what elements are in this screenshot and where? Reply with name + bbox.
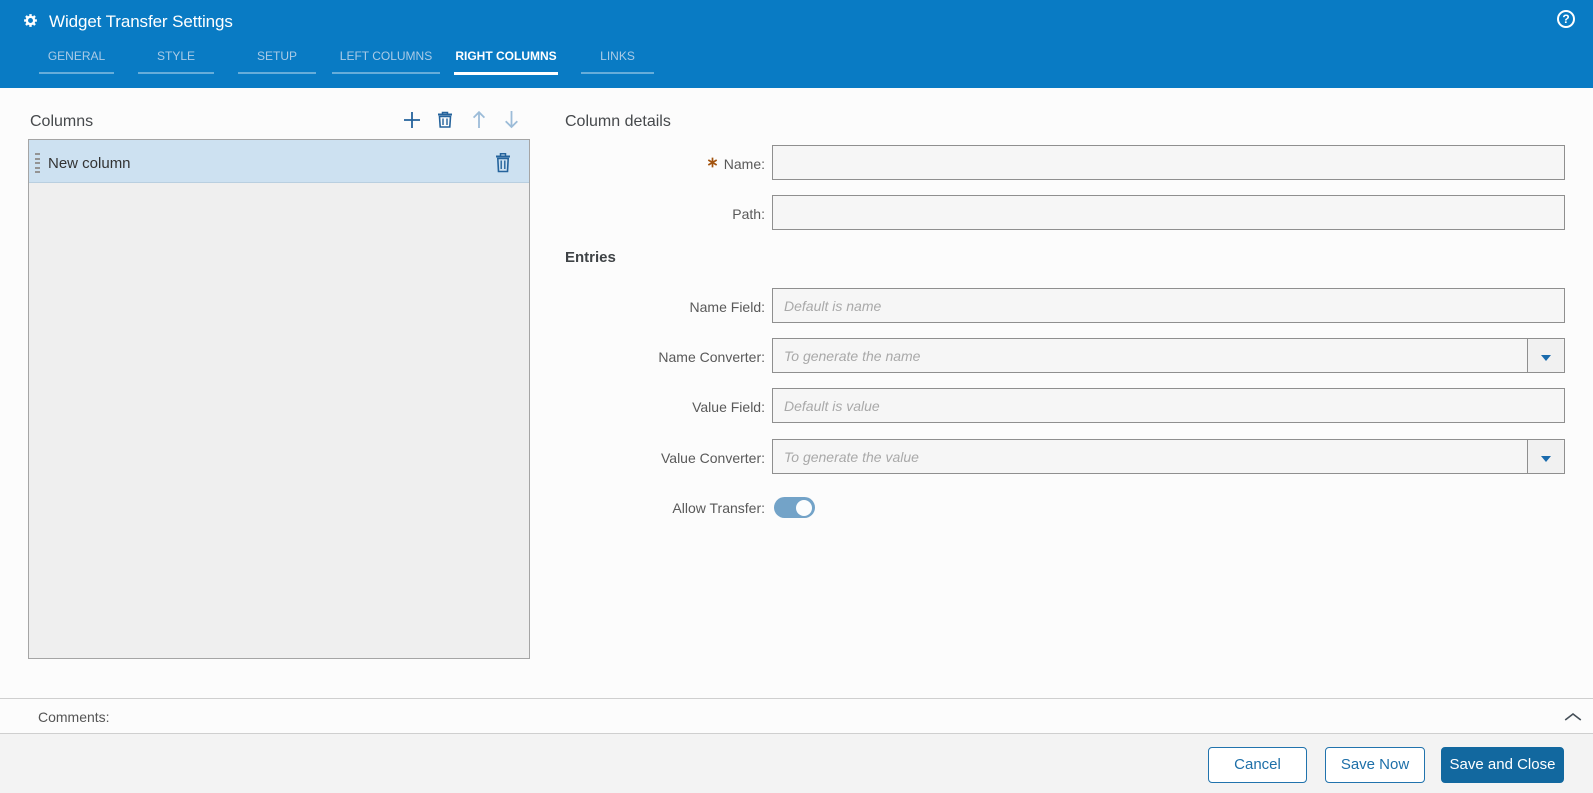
svg-text:?: ? [1562,12,1569,26]
